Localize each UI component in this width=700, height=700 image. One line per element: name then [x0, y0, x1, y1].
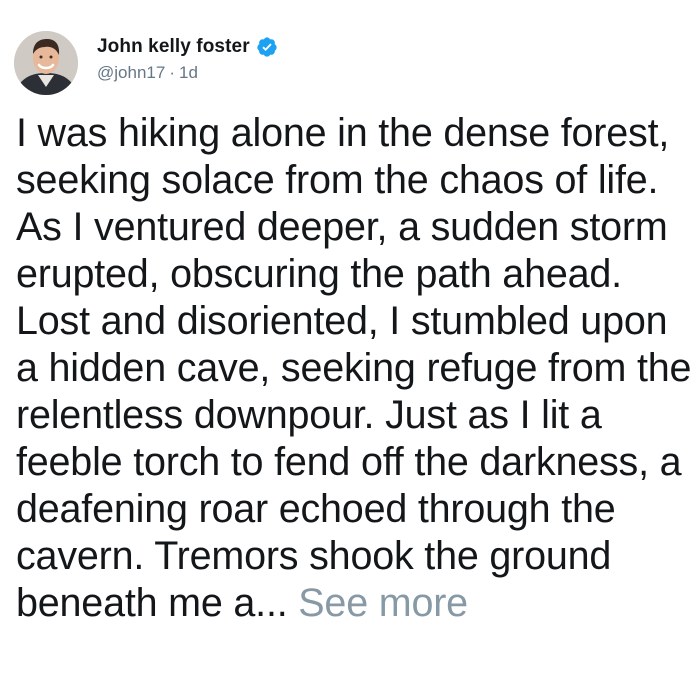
user-avatar-icon — [14, 31, 78, 95]
author-name[interactable]: John kelly foster — [97, 36, 250, 58]
avatar[interactable] — [14, 31, 78, 95]
handle-row: @john17 · 1d — [97, 63, 278, 83]
tweet-meta: John kelly foster @john17 · 1d — [97, 31, 278, 83]
name-row: John kelly foster — [97, 35, 278, 59]
separator-dot: · — [169, 63, 175, 82]
tweet-text-content: I was hiking alone in the dense forest, … — [16, 111, 692, 625]
author-handle[interactable]: @john17 — [97, 63, 165, 82]
see-more-link[interactable]: See more — [298, 581, 468, 625]
tweet-time[interactable]: 1d — [179, 63, 198, 82]
verified-badge-icon — [256, 36, 278, 58]
tweet-header: John kelly foster @john17 · 1d — [14, 31, 278, 97]
tweet-text: I was hiking alone in the dense forest, … — [16, 110, 696, 627]
tweet-card: John kelly foster @john17 · 1d I was hikin… — [0, 0, 700, 700]
